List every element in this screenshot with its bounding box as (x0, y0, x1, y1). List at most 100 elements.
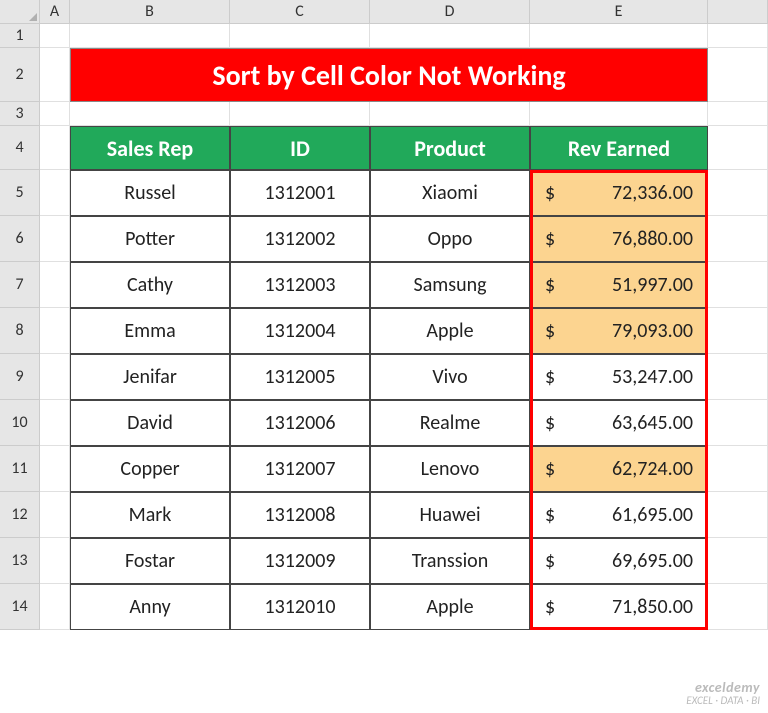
row-header-5[interactable]: 5 (0, 170, 40, 216)
empty-cell[interactable] (40, 308, 70, 354)
cell-rev-3[interactable]: $79,093.00 (530, 308, 708, 354)
cell-product-9[interactable]: Apple (370, 584, 530, 630)
empty-cell[interactable] (708, 538, 768, 584)
cell-rep-7[interactable]: Mark (70, 492, 230, 538)
empty-cell[interactable] (708, 400, 768, 446)
empty-cell[interactable] (40, 446, 70, 492)
empty-cell[interactable] (40, 538, 70, 584)
empty-cell[interactable] (708, 446, 768, 492)
empty-cell[interactable] (230, 102, 370, 126)
cell-rep-0[interactable]: Russel (70, 170, 230, 216)
cell-product-6[interactable]: Lenovo (370, 446, 530, 492)
empty-cell[interactable] (40, 102, 70, 126)
row-header-11[interactable]: 11 (0, 446, 40, 492)
cell-rev-4[interactable]: $53,247.00 (530, 354, 708, 400)
column-header-A[interactable]: A (40, 0, 70, 24)
cell-rev-2[interactable]: $51,997.00 (530, 262, 708, 308)
cell-rev-9[interactable]: $71,850.00 (530, 584, 708, 630)
empty-cell[interactable] (70, 24, 230, 48)
row-header-4[interactable]: 4 (0, 126, 40, 170)
cell-product-5[interactable]: Realme (370, 400, 530, 446)
empty-cell[interactable] (370, 102, 530, 126)
cell-rep-1[interactable]: Potter (70, 216, 230, 262)
column-header-B[interactable]: B (70, 0, 230, 24)
empty-cell[interactable] (708, 170, 768, 216)
column-header-E[interactable]: E (530, 0, 708, 24)
empty-cell[interactable] (40, 48, 70, 102)
row-header-8[interactable]: 8 (0, 308, 40, 354)
empty-cell[interactable] (530, 24, 708, 48)
empty-cell[interactable] (708, 354, 768, 400)
empty-cell[interactable] (708, 126, 768, 170)
empty-cell[interactable] (230, 24, 370, 48)
cell-id-4[interactable]: 1312005 (230, 354, 370, 400)
row-header-2[interactable]: 2 (0, 48, 40, 102)
cell-rev-0[interactable]: $72,336.00 (530, 170, 708, 216)
cell-rep-5[interactable]: David (70, 400, 230, 446)
row-header-1[interactable]: 1 (0, 24, 40, 48)
cell-id-7[interactable]: 1312008 (230, 492, 370, 538)
row-header-13[interactable]: 13 (0, 538, 40, 584)
empty-cell[interactable] (40, 170, 70, 216)
cell-product-3[interactable]: Apple (370, 308, 530, 354)
cell-rep-6[interactable]: Copper (70, 446, 230, 492)
cell-rep-8[interactable]: Fostar (70, 538, 230, 584)
cell-rep-9[interactable]: Anny (70, 584, 230, 630)
empty-cell[interactable] (708, 24, 768, 48)
column-header-extra[interactable] (708, 0, 768, 24)
cell-product-8[interactable]: Transsion (370, 538, 530, 584)
empty-cell[interactable] (40, 584, 70, 630)
empty-cell[interactable] (530, 102, 708, 126)
cell-id-3[interactable]: 1312004 (230, 308, 370, 354)
cell-product-1[interactable]: Oppo (370, 216, 530, 262)
empty-cell[interactable] (708, 48, 768, 102)
cell-id-1[interactable]: 1312002 (230, 216, 370, 262)
cell-id-5[interactable]: 1312006 (230, 400, 370, 446)
empty-cell[interactable] (708, 216, 768, 262)
cell-id-0[interactable]: 1312001 (230, 170, 370, 216)
row-header-7[interactable]: 7 (0, 262, 40, 308)
cell-rep-2[interactable]: Cathy (70, 262, 230, 308)
table-header-2[interactable]: Product (370, 126, 530, 170)
row-header-14[interactable]: 14 (0, 584, 40, 630)
cell-rev-1[interactable]: $76,880.00 (530, 216, 708, 262)
empty-cell[interactable] (708, 308, 768, 354)
cell-id-8[interactable]: 1312009 (230, 538, 370, 584)
row-header-10[interactable]: 10 (0, 400, 40, 446)
empty-cell[interactable] (708, 492, 768, 538)
empty-cell[interactable] (40, 400, 70, 446)
select-all-cell[interactable] (0, 0, 40, 24)
cell-id-6[interactable]: 1312007 (230, 446, 370, 492)
row-header-6[interactable]: 6 (0, 216, 40, 262)
cell-rep-4[interactable]: Jenifar (70, 354, 230, 400)
empty-cell[interactable] (70, 102, 230, 126)
table-header-0[interactable]: Sales Rep (70, 126, 230, 170)
cell-product-0[interactable]: Xiaomi (370, 170, 530, 216)
empty-cell[interactable] (40, 126, 70, 170)
table-header-1[interactable]: ID (230, 126, 370, 170)
empty-cell[interactable] (40, 216, 70, 262)
cell-id-2[interactable]: 1312003 (230, 262, 370, 308)
cell-id-9[interactable]: 1312010 (230, 584, 370, 630)
cell-product-7[interactable]: Huawei (370, 492, 530, 538)
empty-cell[interactable] (370, 24, 530, 48)
table-header-3[interactable]: Rev Earned (530, 126, 708, 170)
empty-cell[interactable] (708, 102, 768, 126)
cell-rev-8[interactable]: $69,695.00 (530, 538, 708, 584)
row-header-12[interactable]: 12 (0, 492, 40, 538)
empty-cell[interactable] (40, 354, 70, 400)
empty-cell[interactable] (40, 492, 70, 538)
cell-product-2[interactable]: Samsung (370, 262, 530, 308)
empty-cell[interactable] (708, 262, 768, 308)
cell-product-4[interactable]: Vivo (370, 354, 530, 400)
row-header-3[interactable]: 3 (0, 102, 40, 126)
empty-cell[interactable] (40, 262, 70, 308)
cell-rev-6[interactable]: $62,724.00 (530, 446, 708, 492)
empty-cell[interactable] (708, 584, 768, 630)
cell-rev-5[interactable]: $63,645.00 (530, 400, 708, 446)
column-header-D[interactable]: D (370, 0, 530, 24)
cell-rev-7[interactable]: $61,695.00 (530, 492, 708, 538)
empty-cell[interactable] (40, 24, 70, 48)
column-header-C[interactable]: C (230, 0, 370, 24)
cell-rep-3[interactable]: Emma (70, 308, 230, 354)
